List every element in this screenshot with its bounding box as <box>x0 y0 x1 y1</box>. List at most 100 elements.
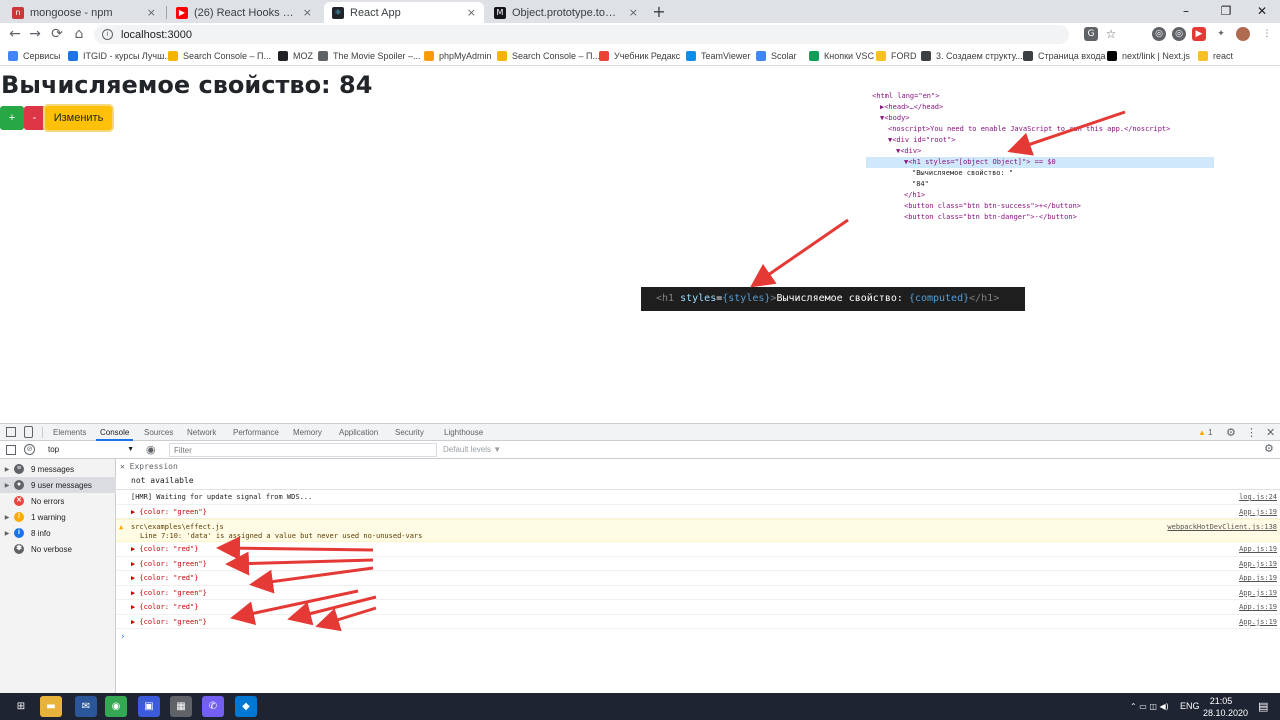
more-icon[interactable]: ⋮ <box>1246 424 1257 441</box>
sidebar-item-gear[interactable]: ✱ No verbose <box>0 541 116 557</box>
expression-header[interactable]: ✕ Expression <box>120 462 178 471</box>
browser-tab-mdn[interactable]: M Object.prototype.toString() - JavaScri… <box>486 2 646 23</box>
dom-node-line[interactable]: ▶<head>…</head> <box>866 102 1214 113</box>
dom-node-line[interactable]: ▼<h1 styles="[object Object]"> == $0 <box>866 157 1214 168</box>
tab-console[interactable]: Console <box>96 424 134 441</box>
increment-button[interactable]: + <box>0 106 24 130</box>
viber-icon[interactable]: ✆ <box>202 696 224 717</box>
bookmark-item[interactable]: 3. Создаем структу... <box>921 49 1023 63</box>
console-settings-icon[interactable]: ⚙ <box>1264 442 1274 456</box>
tray-icons[interactable]: ⌃ ▭ ◫ ◀) <box>1130 693 1169 720</box>
console-prompt[interactable]: › <box>120 632 125 642</box>
warning-counter[interactable]: ▲ 1 <box>1198 424 1213 441</box>
folder-icon[interactable]: ▬ <box>40 696 62 717</box>
clock[interactable]: 21:05 28.10.2020 <box>1203 693 1248 720</box>
window-close-button[interactable]: ✕ <box>1242 0 1280 23</box>
message-source-link[interactable]: App.js:19 <box>1239 589 1277 597</box>
chrome-icon[interactable]: ◉ <box>105 696 127 717</box>
puzzle-icon[interactable]: ✦ <box>1214 27 1228 41</box>
message-source-link[interactable]: App.js:19 <box>1239 545 1277 553</box>
close-icon[interactable]: × <box>147 6 156 19</box>
inspect-icon[interactable] <box>6 427 16 437</box>
decrement-button[interactable]: - <box>24 106 45 130</box>
bookmark-item[interactable]: next/link | Next.js <box>1107 49 1190 63</box>
sidebar-item-error[interactable]: ✕ No errors <box>0 493 116 509</box>
console-message[interactable]: ▶ {color: "green"} App.js:19 <box>116 505 1280 519</box>
context-select[interactable]: top ▼ <box>42 443 136 457</box>
bookmark-item[interactable]: Страница входа <box>1023 49 1106 63</box>
minimize-button[interactable]: – <box>1166 0 1206 23</box>
tab-elements[interactable]: Elements <box>49 424 90 441</box>
translate-icon[interactable]: G <box>1084 27 1098 41</box>
language-indicator[interactable]: ENG <box>1180 693 1200 720</box>
message-source-link[interactable]: App.js:19 <box>1239 618 1277 626</box>
extension-icon[interactable]: ◎ <box>1172 27 1186 41</box>
message-source-link[interactable]: App.js:19 <box>1239 603 1277 611</box>
bookmark-item[interactable]: Кнопки VSC <box>809 49 874 63</box>
bookmark-item[interactable]: TeamViewer <box>686 49 750 63</box>
bookmark-item[interactable]: The Movie Spoiler –... <box>318 49 421 63</box>
sidebar-item-info[interactable]: ▶ i 8 info <box>0 525 116 541</box>
browser-tab-youtube[interactable]: ▶ (26) React Hooks - Полный Курс × <box>168 2 320 23</box>
console-message[interactable]: ▶ {color: "green"} App.js:19 <box>116 615 1280 629</box>
back-button[interactable]: ← <box>6 25 24 43</box>
dom-node-line[interactable]: ▼<body> <box>866 113 1214 124</box>
browser-tab-npm[interactable]: n mongoose - npm × <box>4 2 164 23</box>
message-source-link[interactable]: webpackHotDevClient.js:138 <box>1167 523 1277 531</box>
dom-node-line[interactable]: ▼<div id="root"> <box>866 135 1214 146</box>
menu-icon[interactable]: ⋮ <box>1260 27 1274 41</box>
console-message[interactable]: ▶ {color: "green"} App.js:19 <box>116 586 1280 600</box>
bookmark-item[interactable]: ITGID - курсы Лучш... <box>68 49 172 63</box>
sidebar-item-warning[interactable]: ▶! 1 warning <box>0 509 116 525</box>
home-button[interactable]: ⌂ <box>70 25 88 43</box>
save-icon[interactable]: ▣ <box>138 696 160 717</box>
site-info-icon[interactable]: i <box>102 29 113 40</box>
dom-node-line[interactable]: "84" <box>866 179 1214 190</box>
console-message[interactable]: ▶ {color: "red"} App.js:19 <box>116 542 1280 557</box>
console-message[interactable]: ▲ src\examples\effect.js Line 7:10: 'data'… <box>116 519 1280 542</box>
bookmark-item[interactable]: react <box>1198 49 1233 63</box>
console-message[interactable]: ▶ {color: "red"} App.js:19 <box>116 600 1280 615</box>
eye-icon[interactable]: ◉ <box>146 443 156 457</box>
dom-node-line[interactable]: ▼<div> <box>866 146 1214 157</box>
windows-icon[interactable]: ⊞ <box>10 696 32 717</box>
message-source-link[interactable]: log.js:24 <box>1239 493 1277 501</box>
close-devtools-icon[interactable]: ✕ <box>1266 424 1275 441</box>
avatar[interactable] <box>1236 27 1250 41</box>
sidebar-toggle-icon[interactable] <box>6 445 16 455</box>
dom-node-line[interactable]: </h1> <box>866 190 1214 201</box>
reload-button[interactable]: ⟳ <box>48 25 66 43</box>
tab-application[interactable]: Application <box>335 424 382 441</box>
bookmark-item[interactable]: Scolar <box>756 49 797 63</box>
mail-icon[interactable]: ✉ <box>75 696 97 717</box>
bookmark-item[interactable]: Учебник Редакс <box>599 49 680 63</box>
calculator-icon[interactable]: ▦ <box>170 696 192 717</box>
change-button[interactable]: Изменить <box>45 106 112 130</box>
tab-lighthouse[interactable]: Lighthouse <box>440 424 487 441</box>
bookmark-item[interactable]: phpMyAdmin <box>424 49 492 63</box>
console-message[interactable]: [HMR] Waiting for update signal from WDS… <box>116 490 1280 505</box>
bookmark-item[interactable]: MOZ <box>278 49 313 63</box>
console-message[interactable]: ▶ {color: "red"} App.js:19 <box>116 571 1280 586</box>
clear-console-icon[interactable]: ⊘ <box>24 444 35 455</box>
close-icon[interactable]: × <box>467 6 476 19</box>
dom-node-line[interactable]: "Вычисляемое свойство: " <box>866 168 1214 179</box>
bookmark-item[interactable]: FORD <box>876 49 917 63</box>
dom-node-line[interactable]: <button class="btn btn-success">+</butto… <box>866 201 1214 212</box>
settings-icon[interactable]: ⚙ <box>1226 424 1236 441</box>
filter-input[interactable] <box>169 443 437 457</box>
console-message[interactable]: ▶ {color: "green"} App.js:19 <box>116 557 1280 571</box>
restore-button[interactable]: ❐ <box>1206 0 1246 23</box>
extension-icon[interactable]: ◎ <box>1152 27 1166 41</box>
address-bar[interactable]: i localhost:3000 <box>94 25 1069 44</box>
bookmark-item[interactable]: Search Console – П... <box>168 49 271 63</box>
device-toggle-icon[interactable] <box>24 426 33 438</box>
tab-sources[interactable]: Sources <box>140 424 177 441</box>
message-source-link[interactable]: App.js:19 <box>1239 508 1277 516</box>
notification-icon[interactable]: ▤ <box>1258 693 1268 720</box>
tab-memory[interactable]: Memory <box>289 424 326 441</box>
bookmark-item[interactable]: Search Console – П... <box>497 49 600 63</box>
tab-performance[interactable]: Performance <box>229 424 283 441</box>
forward-button[interactable]: → <box>26 25 44 43</box>
sidebar-item-user[interactable]: ▶ ● 9 user messages <box>0 477 116 493</box>
